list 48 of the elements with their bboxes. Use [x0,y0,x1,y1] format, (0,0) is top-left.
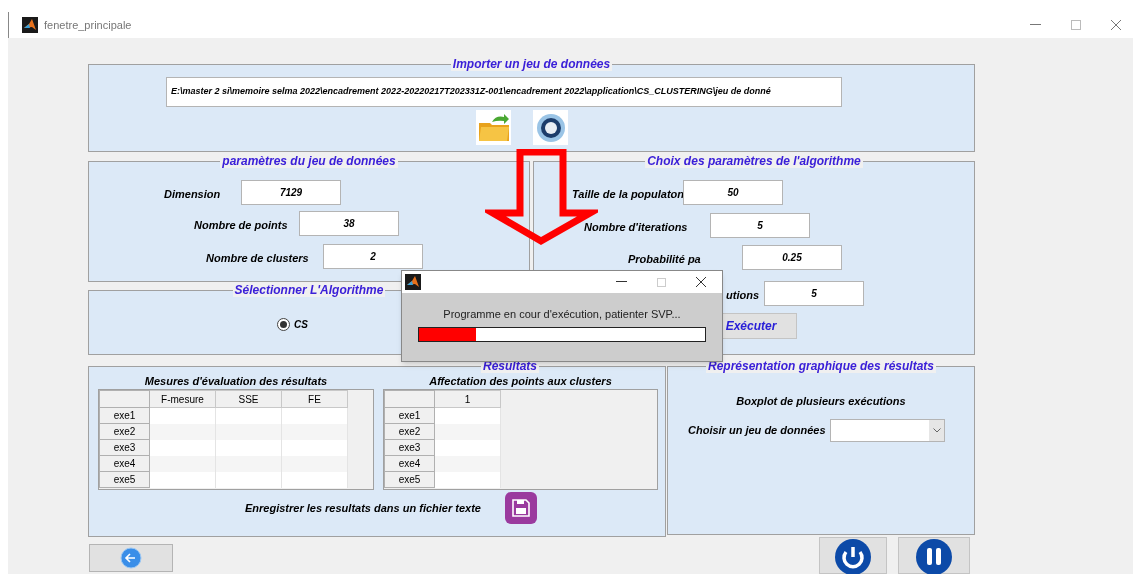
column-header[interactable]: F-mesure [149,390,216,408]
field-label: Nombre de points [194,218,288,231]
path-field[interactable]: E:\master 2 si\memoire selma 2022\encadrement 2022-20220217T202331Z-001\encadrement 2022\application\CS_CLUSTERING\jeu de donné [166,77,842,107]
table-title: Affectation des points aux clusters [429,374,612,388]
folder-icon [477,113,510,142]
column-header[interactable]: 1 [434,390,501,408]
run-button[interactable] [533,110,568,145]
field-label: utions [726,288,759,301]
ring-icon [535,112,566,143]
close-icon[interactable] [696,277,706,287]
save-button[interactable] [505,492,537,524]
field-label: Probabilité pa [628,252,701,265]
field-label: Taille de la populaton [572,187,685,200]
table-title: Mesures d'évaluation des résultats [144,374,328,388]
panel-title: Représentation graphique des résultats [705,359,937,373]
power-icon [833,537,873,574]
panel-title: Sélectionner L'Algorithme [232,283,386,297]
field-label: Nombre de clusters [206,251,309,264]
chevron-down-icon [932,427,941,433]
power-button[interactable] [819,537,887,574]
radio-button[interactable] [277,318,290,331]
select-label: Choisir un jeu de données [688,422,827,438]
text-field[interactable]: 5 [710,213,810,238]
panel-title: Importer un jeu de données [450,57,613,71]
app-icon [22,17,38,33]
column-header[interactable]: SSE [215,390,282,408]
progress-message: Programme en cour d'exécution, patienter SVP... [442,307,682,322]
text-field[interactable]: 38 [299,211,399,236]
field-label: Nombre d'iterations [584,220,688,233]
text-field[interactable]: 7129 [241,180,341,205]
panel-title: paramètres du jeu de données [220,154,398,168]
app-icon [405,274,421,290]
minimize-icon[interactable] [616,281,627,283]
column-header[interactable]: FE [281,390,348,408]
section-heading: Boxplot de plusieurs exécutions [736,394,906,409]
text-field[interactable]: 5 [764,281,864,306]
back-button[interactable] [89,544,173,572]
radio-label: CS [294,318,308,332]
open-folder-button[interactable] [476,110,511,145]
text-field[interactable]: 2 [323,244,423,269]
field-label: Dimension [164,187,221,200]
pause-icon [914,537,954,574]
panel-title: Choix des paramètres de l'algorithme [645,154,863,168]
text-field[interactable]: 0.25 [742,245,842,270]
text-field[interactable]: 50 [683,180,783,205]
pause-button[interactable] [898,537,970,574]
window-title: fenetre_principale [44,17,132,33]
save-label: Enregistrer les resultats dans un fichier texte [245,500,481,516]
